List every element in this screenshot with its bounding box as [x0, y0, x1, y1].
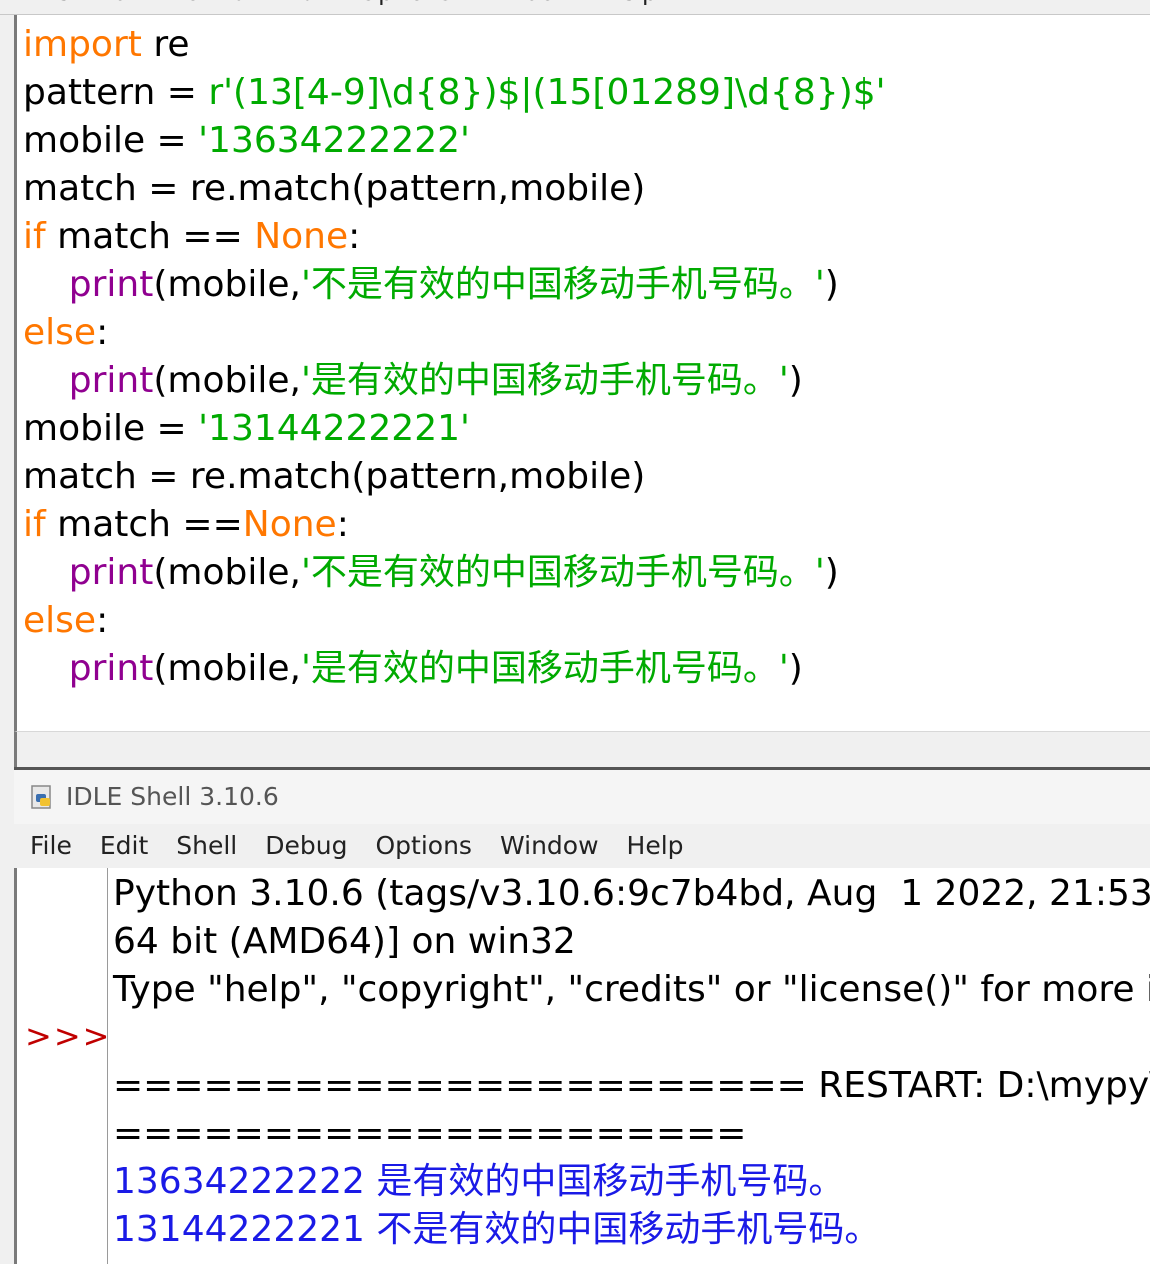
code-text[interactable]: import re pattern = r'(13[4-9]\d{8})$|(15…: [23, 21, 886, 693]
shell-menu-debug[interactable]: Debug: [265, 824, 347, 868]
code-token: '是有效的中国移动手机号码。': [300, 648, 789, 689]
shell-menu-file[interactable]: File: [30, 824, 72, 868]
editor-menu-edit[interactable]: Edit: [98, 0, 144, 6]
editor-menu-help[interactable]: Help: [603, 0, 658, 6]
code-token: mobile =: [23, 120, 199, 161]
editor-menu-options[interactable]: Options: [359, 0, 452, 6]
code-token: import: [23, 24, 142, 65]
code-token: print: [68, 360, 154, 401]
code-token: :: [96, 312, 109, 353]
code-token: print: [68, 264, 154, 305]
shell-menu-shell[interactable]: Shell: [176, 824, 237, 868]
code-line: if match ==None:: [23, 501, 886, 549]
shell-menu-window[interactable]: Window: [500, 824, 599, 868]
code-line: mobile = '13634222222': [23, 117, 886, 165]
code-line: match = re.match(pattern,mobile): [23, 453, 886, 501]
code-token: if: [23, 504, 46, 545]
code-token: (mobile,: [153, 648, 301, 689]
shell-output-line: Type "help", "copyright", "credits" or "…: [113, 969, 1150, 1010]
shell-menu-options[interactable]: Options: [375, 824, 471, 868]
code-token: ): [824, 552, 839, 593]
code-line: if match == None:: [23, 213, 886, 261]
code-token: '不是有效的中国移动手机号码。': [300, 264, 825, 305]
code-line: print(mobile,'是有效的中国移动手机号码。'): [23, 357, 886, 405]
code-token: match ==: [45, 504, 243, 545]
code-line: match = re.match(pattern,mobile): [23, 165, 886, 213]
shell-menu-bar: File Edit Shell Debug Options Window Help: [14, 824, 1150, 868]
code-token: match = re.match(pattern,mobile): [23, 168, 646, 209]
code-token: pattern =: [23, 72, 209, 113]
code-token: ): [788, 648, 803, 689]
shell-output-line: 64 bit (AMD64)] on win32: [113, 921, 576, 962]
python-idle-icon: [31, 785, 51, 809]
code-line: else:: [23, 597, 886, 645]
shell-output-line: 13634222222 是有效的中国移动手机号码。: [113, 1161, 845, 1202]
editor-menu-run[interactable]: Run: [285, 0, 331, 6]
shell-menu-help[interactable]: Help: [627, 824, 684, 868]
shell-prompt-gutter: >>>: [17, 868, 112, 1264]
code-token: print: [68, 552, 154, 593]
code-token: None: [254, 216, 349, 257]
code-token: (mobile,: [153, 264, 301, 305]
editor-menu-bar: File Edit Format Run Options Window Help: [0, 0, 1150, 15]
shell-window-title: IDLE Shell 3.10.6: [66, 782, 279, 811]
code-line: mobile = '13144222221': [23, 405, 886, 453]
code-line: else:: [23, 309, 886, 357]
code-editor[interactable]: import re pattern = r'(13[4-9]\d{8})$|(15…: [14, 15, 1150, 731]
code-token: :: [336, 504, 349, 545]
code-token: :: [96, 600, 109, 641]
code-token: (mobile,: [153, 360, 301, 401]
code-token: mobile =: [23, 408, 199, 449]
code-token: '是有效的中国移动手机号码。': [300, 360, 789, 401]
shell-output-area[interactable]: >>> Python 3.10.6 (tags/v3.10.6:9c7b4bd,…: [14, 868, 1150, 1264]
code-token: ): [788, 360, 803, 401]
shell-prompt: >>>: [25, 1017, 112, 1055]
code-token: if: [23, 216, 46, 257]
editor-menu-file[interactable]: File: [30, 0, 70, 6]
editor-menu-window[interactable]: Window: [480, 0, 575, 6]
code-token: :: [348, 216, 361, 257]
code-line: print(mobile,'不是有效的中国移动手机号码。'): [23, 261, 886, 309]
shell-output-line: [113, 1014, 1150, 1062]
shell-output-line: 13144222221 不是有效的中国移动手机号码。: [113, 1209, 881, 1250]
code-token: '13144222221': [198, 408, 470, 449]
code-line: import re: [23, 21, 886, 69]
code-token: ): [824, 264, 839, 305]
shell-output-line: =====================: [113, 1113, 747, 1154]
editor-menu-format[interactable]: Format: [173, 0, 258, 6]
code-line: print(mobile,'是有效的中国移动手机号码。'): [23, 645, 886, 693]
code-token: '13634222222': [198, 120, 470, 161]
code-token: match = re.match(pattern,mobile): [23, 456, 646, 497]
code-token: re: [141, 24, 190, 65]
code-token: (mobile,: [153, 552, 301, 593]
code-token: print: [68, 648, 154, 689]
shell-output-line: Python 3.10.6 (tags/v3.10.6:9c7b4bd, Aug…: [113, 873, 1150, 914]
code-token: None: [242, 504, 337, 545]
shell-menu-edit[interactable]: Edit: [100, 824, 148, 868]
code-token: else: [23, 312, 97, 353]
code-line: pattern = r'(13[4-9]\d{8})$|(15[01289]\d…: [23, 69, 886, 117]
shell-output-text[interactable]: Python 3.10.6 (tags/v3.10.6:9c7b4bd, Aug…: [113, 870, 1150, 1254]
editor-status-bar: [14, 731, 1150, 768]
shell-output-line: ======================= RESTART: D:\mypy…: [113, 1065, 1150, 1106]
code-token: '不是有效的中国移动手机号码。': [300, 552, 825, 593]
code-token: match ==: [45, 216, 255, 257]
code-token: else: [23, 600, 97, 641]
shell-title-bar: IDLE Shell 3.10.6: [14, 770, 1150, 824]
code-token: r'(13[4-9]\d{8})$|(15[01289]\d{8})$': [208, 72, 886, 113]
code-line: print(mobile,'不是有效的中国移动手机号码。'): [23, 549, 886, 597]
